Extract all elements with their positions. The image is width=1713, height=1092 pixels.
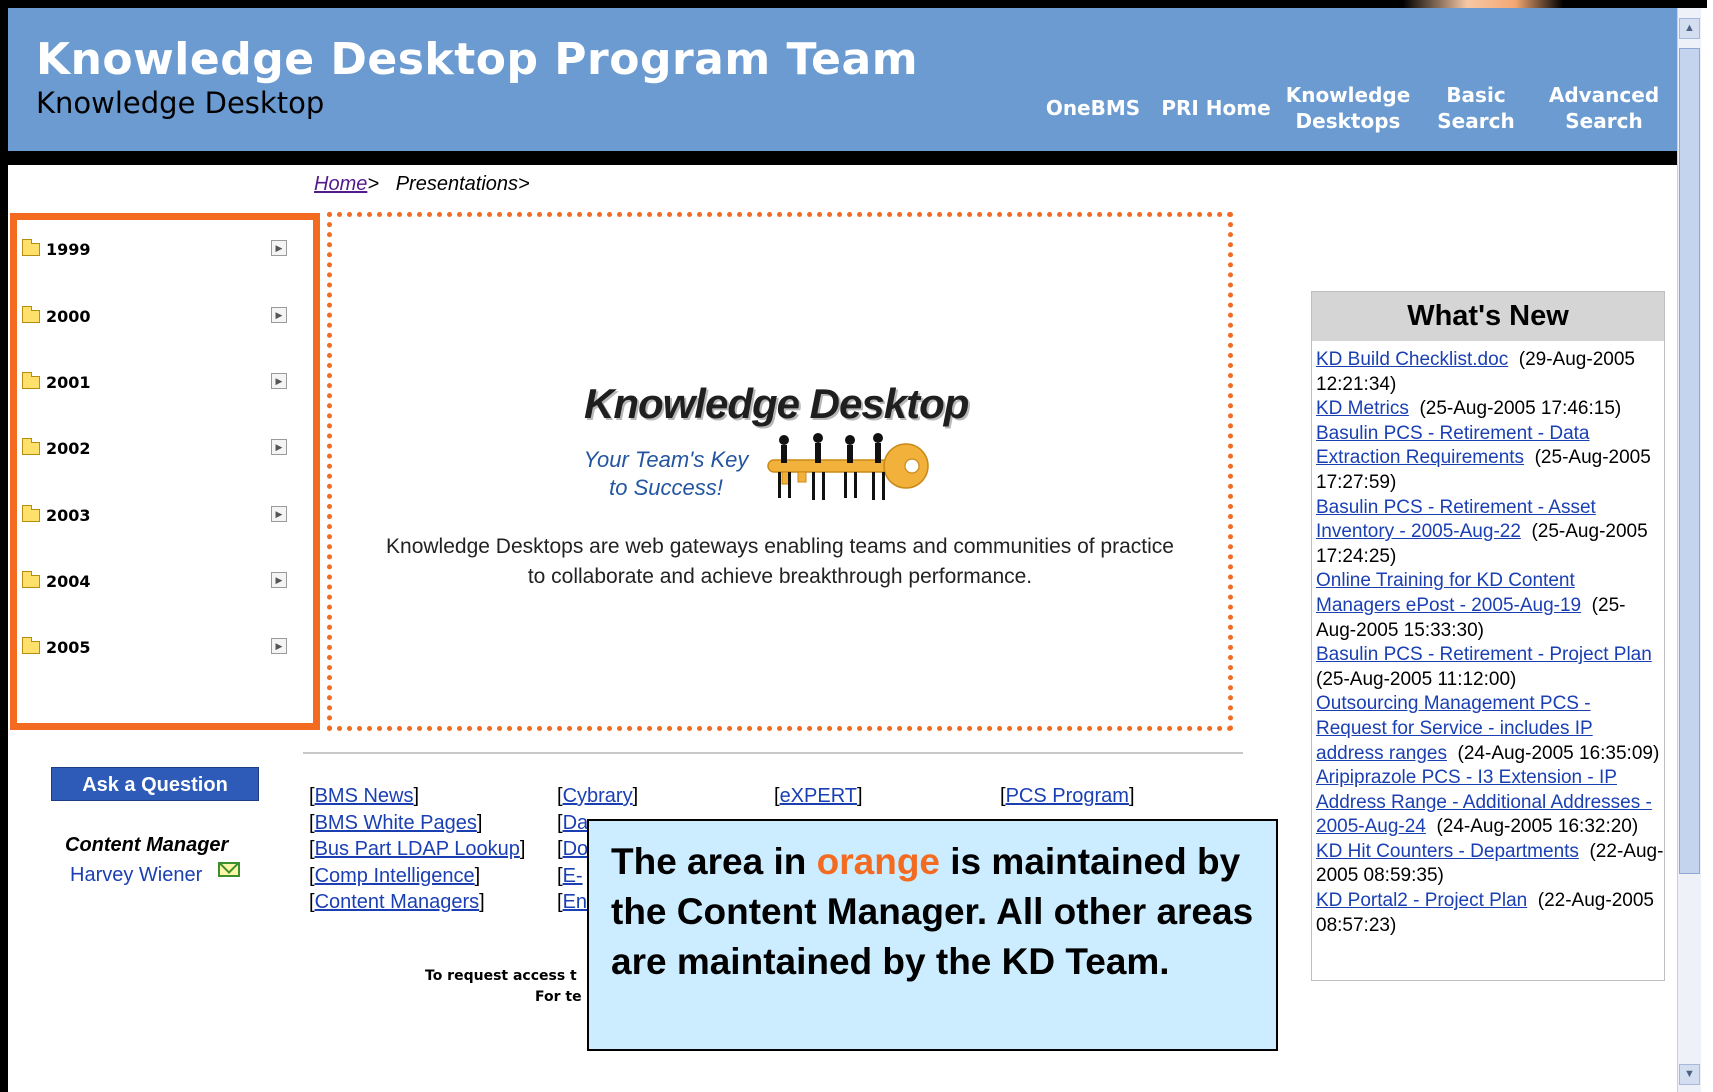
folder-icon <box>22 571 40 588</box>
link-en[interactable]: En <box>563 891 587 913</box>
logo-tagline: Your Team's Key to Success! <box>583 447 749 500</box>
nav-knowledge-desktops[interactable]: Knowledge Desktops <box>1283 78 1413 138</box>
breadcrumb-current: Presentations <box>395 173 519 195</box>
link-comp-intelligence[interactable]: Comp Intelligence <box>315 865 475 887</box>
link-expert[interactable]: eXPERT <box>780 785 857 807</box>
whats-new-link[interactable]: KD Metrics <box>1316 398 1409 419</box>
link-e[interactable]: E- <box>563 865 583 887</box>
annotation-callout: The area in orange is maintained by the … <box>587 819 1278 1051</box>
links-column-3: [eXPERT] <box>774 785 863 807</box>
list-item: Outsourcing Management PCS - Request for… <box>1316 693 1660 764</box>
knowledge-desktop-description: Knowledge Desktops are web gateways enab… <box>386 535 1174 588</box>
breadcrumb: Home> Presentations> <box>314 173 530 195</box>
whats-new-link[interactable]: Online Training for KD Content Managers … <box>1316 570 1581 616</box>
nav-advanced-search[interactable]: Advanced Search <box>1544 78 1664 138</box>
year-folder-2002[interactable]: 2002 <box>22 438 91 458</box>
nav-pri-home[interactable]: PRI Home <box>1160 78 1272 138</box>
year-folder-2001[interactable]: 2001 <box>22 372 91 392</box>
team-key-icon <box>767 433 929 500</box>
link-do[interactable]: Do <box>563 838 589 860</box>
list-item: Aripiprazole PCS - I3 Extension - IP Add… <box>1316 767 1652 838</box>
link-cybrary[interactable]: Cybrary <box>563 785 633 807</box>
expand-arrow-icon[interactable]: ▶ <box>271 638 287 654</box>
list-item: KD Portal2 - Project Plan (22-Aug-2005 0… <box>1316 890 1654 936</box>
whats-new-link[interactable]: Basulin PCS - Retirement - Project Plan <box>1316 644 1652 665</box>
expand-arrow-icon[interactable]: ▶ <box>271 572 287 588</box>
folder-icon <box>22 372 40 389</box>
link-pcs-program[interactable]: PCS Program <box>1006 785 1129 807</box>
list-item: Online Training for KD Content Managers … <box>1316 570 1626 641</box>
whats-new-link[interactable]: KD Build Checklist.doc <box>1316 349 1508 370</box>
whats-new-link[interactable]: KD Hit Counters - Departments <box>1316 841 1579 862</box>
scroll-up-icon[interactable]: ▲ <box>1679 18 1700 39</box>
link-bms-news[interactable]: BMS News <box>315 785 414 807</box>
list-item: Basulin PCS - Retirement - Project Plan … <box>1316 644 1652 690</box>
year-folder-2005[interactable]: 2005 <box>22 637 91 657</box>
folder-icon <box>22 505 40 522</box>
scroll-down-icon[interactable]: ▼ <box>1679 1064 1700 1085</box>
nav-onebms[interactable]: OneBMS <box>1043 78 1143 138</box>
link-daily-pharma-news[interactable]: Da <box>563 812 589 834</box>
site-title: Knowledge Desktop Program Team <box>36 34 919 85</box>
footer-access-text: To request access t For te <box>425 968 582 1005</box>
whats-new-panel: What's New KD Build Checklist.doc (29-Au… <box>1311 291 1665 981</box>
whats-new-link[interactable]: KD Portal2 - Project Plan <box>1316 890 1527 911</box>
expand-arrow-icon[interactable]: ▶ <box>271 506 287 522</box>
email-icon[interactable] <box>218 862 240 877</box>
list-item: KD Hit Counters - Departments (22-Aug-20… <box>1316 840 1664 887</box>
section-divider <box>303 752 1243 754</box>
site-subtitle: Knowledge Desktop <box>36 86 325 120</box>
year-folder-1999[interactable]: 1999 <box>22 239 91 259</box>
links-column-1: [BMS News] [BMS White Pages] [Bus Part L… <box>309 785 526 913</box>
whats-new-list: KD Build Checklist.doc (29-Aug-2005 12:2… <box>1312 341 1664 938</box>
breadcrumb-home-link[interactable]: Home <box>314 173 367 195</box>
expand-arrow-icon[interactable]: ▶ <box>271 373 287 389</box>
list-item: KD Metrics (25-Aug-2005 17:46:15) <box>1316 398 1622 420</box>
ask-a-question-button[interactable]: Ask a Question <box>51 767 259 801</box>
knowledge-desktop-logo-title: Knowledge Desktop <box>584 380 969 427</box>
folder-icon <box>22 239 40 256</box>
whats-new-title: What's New <box>1312 292 1664 341</box>
header-rule <box>8 151 1677 165</box>
expand-arrow-icon[interactable]: ▶ <box>271 307 287 323</box>
expand-arrow-icon[interactable]: ▶ <box>271 240 287 256</box>
list-item: Basulin PCS - Retirement - Data Extracti… <box>1316 422 1651 493</box>
links-column-4: [PCS Program] <box>1000 785 1135 807</box>
folder-icon <box>22 637 40 654</box>
content-manager-name-link[interactable]: Harvey Wiener <box>70 864 202 887</box>
list-item: KD Build Checklist.doc (29-Aug-2005 12:2… <box>1316 349 1635 395</box>
link-bms-white-pages[interactable]: BMS White Pages <box>315 812 477 834</box>
year-folder-2004[interactable]: 2004 <box>22 571 91 591</box>
callout-highlight: orange <box>816 841 940 882</box>
folder-icon <box>22 306 40 323</box>
scrollbar-thumb[interactable] <box>1679 48 1700 874</box>
link-content-managers[interactable]: Content Managers <box>315 891 480 913</box>
vertical-scrollbar[interactable]: ▲ ▼ <box>1677 8 1701 1092</box>
year-folder-2000[interactable]: 2000 <box>22 306 91 326</box>
content-manager-label: Content Manager <box>65 834 229 856</box>
nav-basic-search[interactable]: Basic Search <box>1428 78 1524 138</box>
year-folder-2003[interactable]: 2003 <box>22 505 91 525</box>
folder-icon <box>22 438 40 455</box>
list-item: Basulin PCS - Retirement - Asset Invento… <box>1316 496 1648 567</box>
expand-arrow-icon[interactable]: ▶ <box>271 439 287 455</box>
link-bus-part-ldap-lookup[interactable]: Bus Part LDAP Lookup <box>315 838 520 860</box>
